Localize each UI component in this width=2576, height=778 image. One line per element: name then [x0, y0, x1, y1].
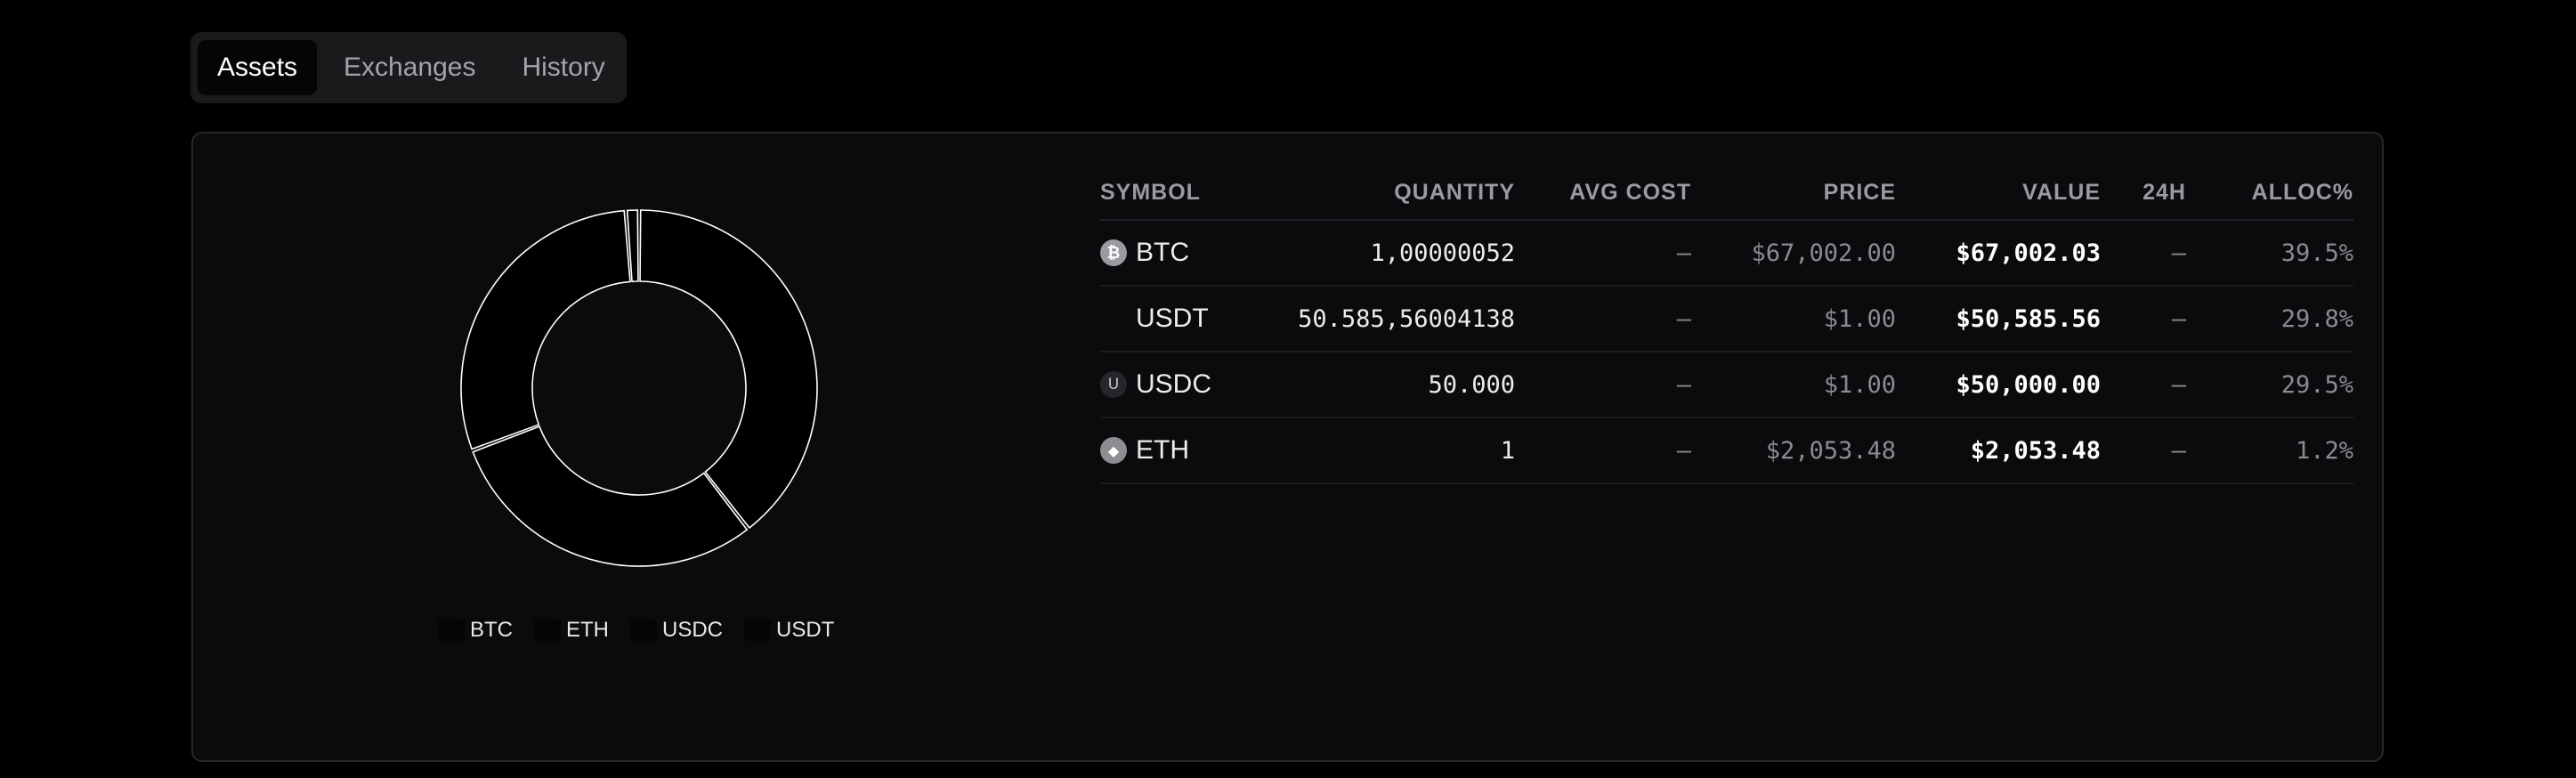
ethereum-icon: ◆ [1100, 437, 1127, 464]
symbol-text: USDC [1136, 369, 1212, 399]
symbol-cell: ◆ ETH [1100, 417, 1243, 484]
value-cell: $50,000.00 [1896, 352, 2101, 418]
col-header-symbol[interactable]: SYMBOL [1100, 166, 1243, 221]
legend-swatch [744, 620, 772, 641]
col-header-price[interactable]: PRICE [1691, 166, 1896, 221]
table-row[interactable]: U USDC 50.000 — $1.00 $50,000.00 — 29.5% [1100, 352, 2353, 418]
table-row[interactable]: ◆ ETH 1 — $2,053.48 $2,053.48 — 1.2% [1100, 417, 2353, 484]
quantity-cell: 50.000 [1243, 352, 1515, 418]
value-cell: $50,585.56 [1896, 286, 2101, 353]
tab-exchanges[interactable]: Exchanges [324, 40, 495, 95]
symbol-text: USDT [1136, 304, 1209, 333]
symbol-cell: USDT [1100, 286, 1243, 353]
avg-cost-cell: — [1515, 352, 1691, 418]
symbol-cell: U USDC [1100, 352, 1243, 418]
symbol-text: ETH [1136, 435, 1189, 465]
legend-label: USDC [662, 618, 724, 642]
legend-swatch [438, 620, 465, 641]
col-header-quantity[interactable]: QUANTITY [1243, 166, 1515, 221]
price-cell: $1.00 [1691, 352, 1896, 418]
avg-cost-cell: — [1515, 220, 1691, 287]
col-header-24h[interactable]: 24H [2101, 166, 2186, 221]
legend-label: ETH [566, 618, 609, 642]
col-header-alloc[interactable]: ALLOC% [2186, 166, 2353, 221]
table-row[interactable]: ₿ BTC 1,00000052 — $67,002.00 $67,002.03… [1100, 220, 2353, 287]
price-cell: $2,053.48 [1691, 417, 1896, 484]
table-row[interactable]: USDT 50.585,56004138 — $1.00 $50,585.56 … [1100, 286, 2353, 353]
tab-history[interactable]: History [502, 40, 624, 95]
chart-legend: BTC ETH USDC USDT [438, 618, 834, 643]
donut-slice-usdc[interactable] [460, 209, 631, 450]
col-header-value[interactable]: VALUE [1896, 166, 2101, 221]
tab-assets[interactable]: Assets [198, 40, 318, 95]
change-24h-cell: — [2101, 220, 2186, 287]
donut-slice-usdt[interactable] [472, 425, 749, 567]
bitcoin-icon: ₿ [1100, 239, 1127, 266]
legend-item-usdc[interactable]: USDC [630, 618, 723, 643]
quantity-cell: 1 [1243, 417, 1515, 484]
avg-cost-cell: — [1515, 286, 1691, 353]
quantity-cell: 50.585,56004138 [1243, 286, 1515, 353]
donut-slice-btc[interactable] [639, 209, 818, 530]
change-24h-cell: — [2101, 286, 2186, 353]
table-header-row: SYMBOL QUANTITY AVG COST PRICE VALUE 24H… [1100, 166, 2353, 221]
change-24h-cell: — [2101, 417, 2186, 484]
price-cell: $1.00 [1691, 286, 1896, 353]
col-header-avg-cost[interactable]: AVG COST [1515, 166, 1691, 221]
price-cell: $67,002.00 [1691, 220, 1896, 287]
legend-swatch [534, 620, 561, 641]
symbol-text: BTC [1136, 238, 1189, 267]
alloc-cell: 39.5% [2186, 220, 2353, 287]
value-cell: $2,053.48 [1896, 417, 2101, 484]
legend-label: BTC [470, 618, 513, 642]
view-tabs: Assets Exchanges History [190, 32, 627, 103]
alloc-cell: 29.5% [2186, 352, 2353, 418]
change-24h-cell: — [2101, 352, 2186, 418]
avg-cost-cell: — [1515, 417, 1691, 484]
legend-item-usdt[interactable]: USDT [744, 618, 834, 643]
legend-item-btc[interactable]: BTC [438, 618, 513, 643]
holdings-table: SYMBOL QUANTITY AVG COST PRICE VALUE 24H… [1100, 166, 2353, 484]
usdc-icon: U [1100, 371, 1127, 398]
alloc-cell: 1.2% [2186, 417, 2353, 484]
legend-label: USDT [776, 618, 835, 642]
quantity-cell: 1,00000052 [1243, 220, 1515, 287]
symbol-cell: ₿ BTC [1100, 220, 1243, 287]
legend-swatch [630, 620, 657, 641]
legend-item-eth[interactable]: ETH [534, 618, 609, 643]
allocation-donut-chart [460, 209, 818, 567]
value-cell: $67,002.03 [1896, 220, 2101, 287]
alloc-cell: 29.8% [2186, 286, 2353, 353]
blank-coin-icon [1100, 305, 1127, 332]
